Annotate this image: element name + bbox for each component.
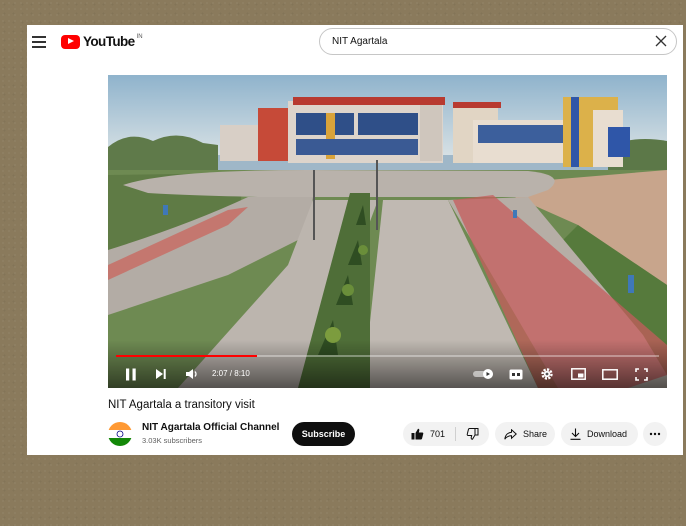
progress-bar[interactable] (116, 355, 659, 357)
channel-avatar[interactable] (108, 422, 132, 446)
download-icon (570, 428, 581, 440)
time-display: 2:07 / 8:10 (212, 369, 250, 378)
youtube-window: YouTube IN NIT Agartala 2:07 / 8:10 NIT … (27, 25, 683, 455)
gear-icon (541, 368, 553, 380)
chakra-icon (116, 430, 124, 438)
volume-button[interactable] (184, 365, 200, 383)
thumbs-up-icon (411, 428, 424, 440)
settings-button[interactable] (539, 365, 555, 383)
download-label: Download (587, 429, 628, 439)
close-icon[interactable] (652, 32, 670, 50)
miniplayer-icon (570, 368, 586, 380)
like-button[interactable]: 701 (403, 422, 455, 446)
next-icon (156, 369, 166, 379)
subscriber-count: 3.03K subscribers (142, 436, 203, 445)
youtube-play-icon (61, 34, 80, 49)
captions-button[interactable] (508, 365, 524, 383)
like-dislike-group: 701 (403, 422, 489, 446)
more-actions-button[interactable] (643, 422, 667, 446)
fullscreen-icon (634, 367, 648, 381)
video-player[interactable]: 2:07 / 8:10 (108, 75, 667, 388)
search-query: NIT Agartala (332, 36, 388, 47)
autoplay-toggle[interactable] (472, 365, 496, 383)
subscribe-button[interactable]: Subscribe (292, 422, 355, 446)
fullscreen-button[interactable] (633, 365, 649, 383)
share-icon (504, 428, 517, 439)
volume-icon (186, 369, 197, 379)
video-title: NIT Agartala a transitory visit (108, 399, 255, 411)
share-button[interactable]: Share (495, 422, 555, 446)
progress-bar-fill (116, 355, 258, 357)
share-label: Share (523, 429, 548, 439)
download-button[interactable]: Download (561, 422, 638, 446)
search-input[interactable]: NIT Agartala (319, 28, 677, 55)
pause-icon (126, 368, 136, 380)
theater-icon (602, 368, 618, 380)
menu-icon[interactable] (32, 36, 46, 48)
theater-mode-button[interactable] (601, 365, 619, 383)
dislike-button[interactable] (456, 422, 489, 446)
thumbs-down-icon (466, 428, 479, 440)
captions-icon (509, 369, 523, 379)
autoplay-icon (473, 369, 493, 379)
youtube-logo[interactable]: YouTube IN (61, 34, 143, 49)
next-button[interactable] (154, 365, 168, 383)
pause-button[interactable] (124, 365, 138, 383)
like-count: 701 (430, 429, 446, 439)
channel-name[interactable]: NIT Agartala Official Channel (142, 422, 279, 433)
miniplayer-button[interactable] (570, 365, 586, 383)
more-icon (649, 432, 661, 436)
logo-country-code: IN (136, 33, 143, 40)
logo-text: YouTube (83, 34, 135, 49)
